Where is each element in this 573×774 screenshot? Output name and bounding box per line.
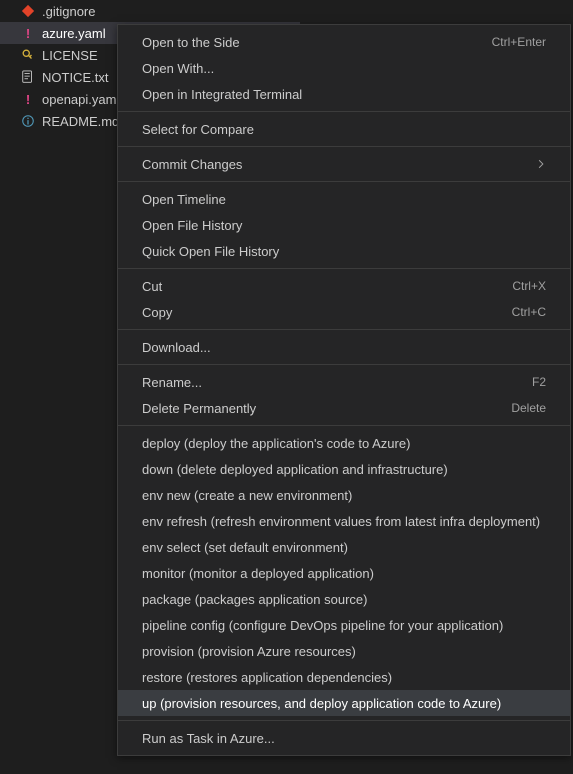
menu-item-label: Run as Task in Azure...	[142, 731, 275, 746]
menu-separator	[118, 268, 570, 269]
menu-item-label: Open to the Side	[142, 35, 240, 50]
menu-shortcut: Ctrl+X	[512, 279, 546, 293]
file-label: README.md	[42, 114, 119, 129]
menu-separator	[118, 720, 570, 721]
chevron-right-icon	[536, 157, 546, 172]
menu-item-label: Open File History	[142, 218, 242, 233]
menu-item-env-new-create-a-new-environment[interactable]: env new (create a new environment)	[118, 482, 570, 508]
menu-item-deploy-deploy-the-application-s-code-to-[interactable]: deploy (deploy the application's code to…	[118, 430, 570, 456]
yaml-icon: !	[20, 91, 36, 107]
menu-item-cut[interactable]: Cut Ctrl+X	[118, 273, 570, 299]
menu-separator	[118, 329, 570, 330]
menu-item-label: Open With...	[142, 61, 214, 76]
file-label: NOTICE.txt	[42, 70, 108, 85]
menu-separator	[118, 364, 570, 365]
context-menu: Open to the Side Ctrl+Enter Open With... Op…	[117, 24, 571, 756]
file-label: LICENSE	[42, 48, 98, 63]
menu-item-pipeline-config-configure-devops-pipelin[interactable]: pipeline config (configure DevOps pipeli…	[118, 612, 570, 638]
menu-item-label: up (provision resources, and deploy appl…	[142, 696, 501, 711]
menu-item-commit-changes[interactable]: Commit Changes	[118, 151, 570, 177]
menu-item-label: Cut	[142, 279, 162, 294]
menu-item-quick-open-file-history[interactable]: Quick Open File History	[118, 238, 570, 264]
menu-separator	[118, 181, 570, 182]
menu-item-run-as-task-in-azure[interactable]: Run as Task in Azure...	[118, 725, 570, 751]
yaml-icon: !	[20, 25, 36, 41]
menu-item-label: Download...	[142, 340, 211, 355]
menu-item-env-select-set-default-environment[interactable]: env select (set default environment)	[118, 534, 570, 560]
menu-item-label: Delete Permanently	[142, 401, 256, 416]
menu-separator	[118, 425, 570, 426]
menu-shortcut: Delete	[511, 401, 546, 415]
menu-item-label: Copy	[142, 305, 172, 320]
gitignore-icon	[20, 3, 36, 19]
menu-item-open-timeline[interactable]: Open Timeline	[118, 186, 570, 212]
menu-item-label: Open Timeline	[142, 192, 226, 207]
menu-item-down-delete-deployed-application-and-inf[interactable]: down (delete deployed application and in…	[118, 456, 570, 482]
file-label: .gitignore	[42, 4, 95, 19]
license-icon	[20, 47, 36, 63]
menu-item-label: env new (create a new environment)	[142, 488, 352, 503]
menu-item-rename[interactable]: Rename... F2	[118, 369, 570, 395]
menu-shortcut: Ctrl+Enter	[492, 35, 546, 49]
menu-item-open-to-the-side[interactable]: Open to the Side Ctrl+Enter	[118, 29, 570, 55]
menu-item-download[interactable]: Download...	[118, 334, 570, 360]
menu-item-label: Select for Compare	[142, 122, 254, 137]
menu-item-label: provision (provision Azure resources)	[142, 644, 356, 659]
readme-icon	[20, 113, 36, 129]
notice-icon	[20, 69, 36, 85]
menu-item-open-with[interactable]: Open With...	[118, 55, 570, 81]
menu-separator	[118, 146, 570, 147]
menu-item-label: monitor (monitor a deployed application)	[142, 566, 374, 581]
menu-shortcut: Ctrl+C	[512, 305, 546, 319]
menu-item-monitor-monitor-a-deployed-application[interactable]: monitor (monitor a deployed application)	[118, 560, 570, 586]
menu-item-label: env select (set default environment)	[142, 540, 348, 555]
menu-item-open-file-history[interactable]: Open File History	[118, 212, 570, 238]
menu-item-open-in-integrated-terminal[interactable]: Open in Integrated Terminal	[118, 81, 570, 107]
menu-item-label: restore (restores application dependenci…	[142, 670, 392, 685]
menu-item-label: package (packages application source)	[142, 592, 367, 607]
menu-item-label: Open in Integrated Terminal	[142, 87, 302, 102]
menu-item-package-packages-application-source[interactable]: package (packages application source)	[118, 586, 570, 612]
menu-item-label: Quick Open File History	[142, 244, 279, 259]
file-label: azure.yaml	[42, 26, 106, 41]
file-item--gitignore[interactable]: .gitignore	[0, 0, 300, 22]
menu-item-label: deploy (deploy the application's code to…	[142, 436, 410, 451]
menu-item-label: pipeline config (configure DevOps pipeli…	[142, 618, 503, 633]
menu-item-provision-provision-azure-resources[interactable]: provision (provision Azure resources)	[118, 638, 570, 664]
menu-item-label: Rename...	[142, 375, 202, 390]
menu-item-copy[interactable]: Copy Ctrl+C	[118, 299, 570, 325]
file-label: openapi.yaml	[42, 92, 119, 107]
menu-item-env-refresh-refresh-environment-values-f[interactable]: env refresh (refresh environment values …	[118, 508, 570, 534]
menu-item-restore-restores-application-dependencie[interactable]: restore (restores application dependenci…	[118, 664, 570, 690]
menu-item-label: env refresh (refresh environment values …	[142, 514, 540, 529]
menu-item-label: down (delete deployed application and in…	[142, 462, 448, 477]
menu-item-select-for-compare[interactable]: Select for Compare	[118, 116, 570, 142]
menu-shortcut: F2	[532, 375, 546, 389]
menu-item-label: Commit Changes	[142, 157, 242, 172]
menu-item-up-provision-resources-and-deploy-applic[interactable]: up (provision resources, and deploy appl…	[118, 690, 570, 716]
menu-item-delete-permanently[interactable]: Delete Permanently Delete	[118, 395, 570, 421]
menu-separator	[118, 111, 570, 112]
